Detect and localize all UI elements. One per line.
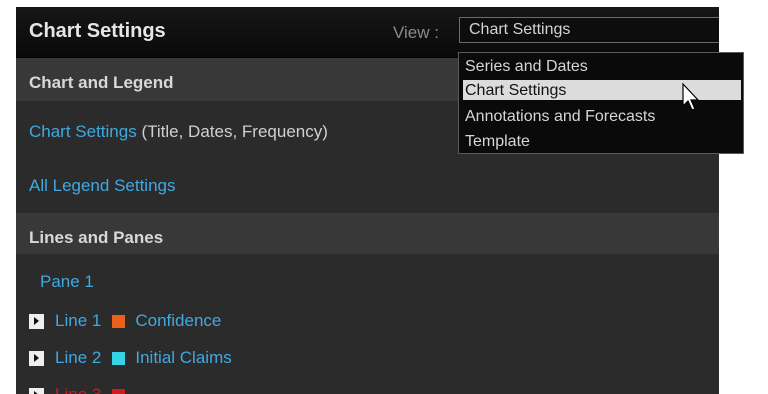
line-2-link[interactable]: Line 2 <box>55 348 101 367</box>
line-row: Line 2 Initial Claims <box>29 347 232 369</box>
view-label: View : <box>393 23 439 42</box>
line-row: Line 3 <box>29 384 130 394</box>
section-heading-lines-panes: Lines and Panes <box>16 213 719 254</box>
line-1-series-link[interactable]: Confidence <box>135 311 221 330</box>
color-swatch <box>112 351 126 365</box>
mouse-pointer-icon <box>682 82 700 111</box>
view-select[interactable]: Chart Settings <box>459 17 719 43</box>
expand-arrow-icon[interactable] <box>29 387 44 394</box>
menu-item-series-and-dates[interactable]: Series and Dates <box>463 56 741 76</box>
expand-arrow-icon[interactable] <box>29 350 44 366</box>
menu-item-template[interactable]: Template <box>463 131 741 151</box>
panel-header: Chart Settings View : Chart Settings <box>16 7 719 58</box>
view-select-value: Chart Settings <box>469 21 571 38</box>
chart-settings-note: (Title, Dates, Frequency) <box>141 122 328 141</box>
color-swatch <box>112 388 126 394</box>
line-row: Line 1 Confidence <box>29 310 221 332</box>
all-legend-settings-link[interactable]: All Legend Settings <box>29 176 176 196</box>
expand-arrow-icon[interactable] <box>29 313 44 329</box>
chart-settings-link[interactable]: Chart Settings <box>29 122 137 141</box>
chart-settings-link-row: Chart Settings (Title, Dates, Frequency) <box>29 122 328 142</box>
line-2-series-link[interactable]: Initial Claims <box>135 348 231 367</box>
panel-title: Chart Settings <box>29 20 166 42</box>
color-swatch <box>112 314 126 328</box>
line-1-link[interactable]: Line 1 <box>55 311 101 330</box>
pane-1-link[interactable]: Pane 1 <box>40 272 94 292</box>
line-3-link[interactable]: Line 3 <box>55 385 101 394</box>
